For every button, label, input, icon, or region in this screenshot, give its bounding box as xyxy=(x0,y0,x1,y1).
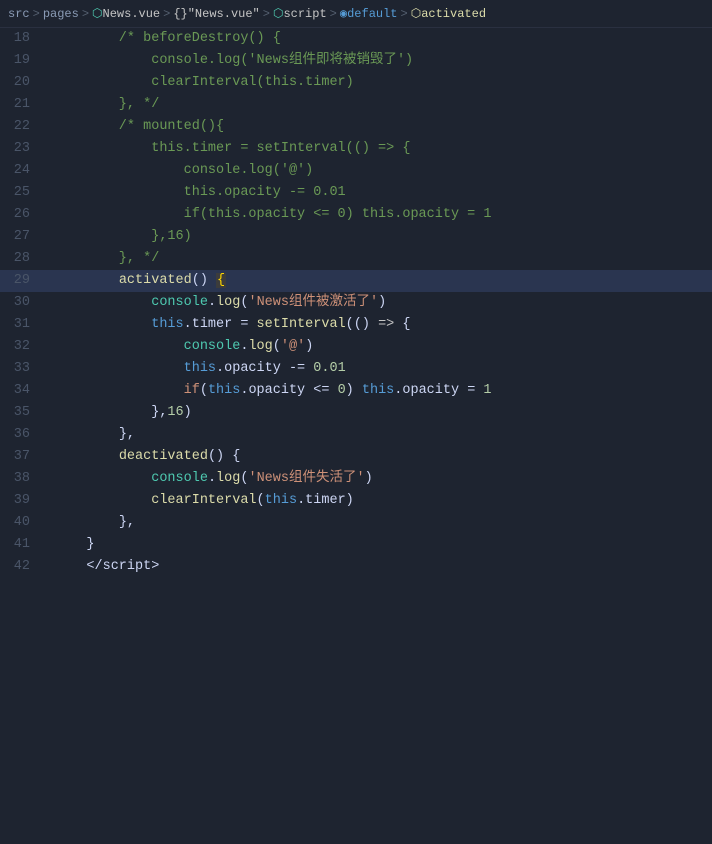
code-content-39: clearInterval(this.timer) xyxy=(46,490,712,512)
code-line-24: 24 console.log('@') xyxy=(0,160,712,182)
code-line-31: 31 this.timer = setInterval(() => { xyxy=(0,314,712,336)
code-content-29: activated() { xyxy=(46,270,712,292)
code-content-27: },16) xyxy=(46,226,712,248)
code-content-38: console.log('News组件失活了') xyxy=(46,468,712,490)
breadcrumb-vue-icon: ⬡ xyxy=(92,6,102,21)
code-line-28: 28 }, */ xyxy=(0,248,712,270)
code-content-35: },16) xyxy=(46,402,712,424)
code-content-28: }, */ xyxy=(46,248,712,270)
bc-sep-5: > xyxy=(330,7,337,21)
breadcrumb-default-icon: ◉ xyxy=(340,6,347,21)
bc-sep-4: > xyxy=(263,7,270,21)
code-content-34: if(this.opacity <= 0) this.opacity = 1 xyxy=(46,380,712,402)
code-line-21: 21 }, */ xyxy=(0,94,712,116)
bc-sep-1: > xyxy=(33,7,40,21)
line-num-20: 20 xyxy=(0,72,42,94)
line-num-28: 28 xyxy=(0,248,42,270)
code-content-21: }, */ xyxy=(46,94,712,116)
line-num-39: 39 xyxy=(0,490,42,512)
line-num-18: 18 xyxy=(0,28,42,50)
code-content-18: /* beforeDestroy() { xyxy=(46,28,712,50)
bc-sep-2: > xyxy=(82,7,89,21)
line-num-30: 30 xyxy=(0,292,42,314)
line-num-21: 21 xyxy=(0,94,42,116)
code-line-25: 25 this.opacity -= 0.01 xyxy=(0,182,712,204)
code-content-24: console.log('@') xyxy=(46,160,712,182)
code-line-26: 26 if(this.opacity <= 0) this.opacity = … xyxy=(0,204,712,226)
line-num-24: 24 xyxy=(0,160,42,182)
code-line-19: 19 console.log('News组件即将被销毁了') xyxy=(0,50,712,72)
line-num-36: 36 xyxy=(0,424,42,446)
code-line-39: 39 clearInterval(this.timer) xyxy=(0,490,712,512)
code-content-19: console.log('News组件即将被销毁了') xyxy=(46,50,712,72)
breadcrumb-activated-icon: ⬡ xyxy=(411,6,421,21)
code-content-37: deactivated() { xyxy=(46,446,712,468)
breadcrumb-script: script xyxy=(283,7,326,21)
bc-sep-6: > xyxy=(401,7,408,21)
line-num-29: 29 xyxy=(0,270,42,292)
code-content-31: this.timer = setInterval(() => { xyxy=(46,314,712,336)
line-num-38: 38 xyxy=(0,468,42,490)
code-content-25: this.opacity -= 0.01 xyxy=(46,182,712,204)
line-num-26: 26 xyxy=(0,204,42,226)
line-num-37: 37 xyxy=(0,446,42,468)
breadcrumb-quoted-file: "News.vue" xyxy=(188,7,260,21)
line-num-19: 19 xyxy=(0,50,42,72)
line-num-32: 32 xyxy=(0,336,42,358)
code-content-36: }, xyxy=(46,424,712,446)
line-num-42: 42 xyxy=(0,556,42,578)
code-line-30: 30 console.log('News组件被激活了') xyxy=(0,292,712,314)
breadcrumb-src: src xyxy=(8,7,30,21)
breadcrumb-curly: {} xyxy=(173,7,187,21)
code-content-33: this.opacity -= 0.01 xyxy=(46,358,712,380)
code-content-23: this.timer = setInterval(() => { xyxy=(46,138,712,160)
code-line-32: 32 console.log('@') xyxy=(0,336,712,358)
code-line-35: 35 },16) xyxy=(0,402,712,424)
code-line-34: 34 if(this.opacity <= 0) this.opacity = … xyxy=(0,380,712,402)
breadcrumb-filename: News.vue xyxy=(103,7,161,21)
code-line-23: 23 this.timer = setInterval(() => { xyxy=(0,138,712,160)
breadcrumb-bar: src > pages > ⬡ News.vue > {} "News.vue"… xyxy=(0,0,712,28)
line-num-23: 23 xyxy=(0,138,42,160)
code-content-32: console.log('@') xyxy=(46,336,712,358)
line-num-35: 35 xyxy=(0,402,42,424)
code-content-42: </script> xyxy=(46,556,712,578)
code-line-20: 20 clearInterval(this.timer) xyxy=(0,72,712,94)
code-line-33: 33 this.opacity -= 0.01 xyxy=(0,358,712,380)
line-num-31: 31 xyxy=(0,314,42,336)
code-line-37: 37 deactivated() { xyxy=(0,446,712,468)
code-line-29: 29 activated() { xyxy=(0,270,712,292)
line-num-34: 34 xyxy=(0,380,42,402)
code-line-27: 27 },16) xyxy=(0,226,712,248)
line-num-27: 27 xyxy=(0,226,42,248)
code-line-40: 40 }, xyxy=(0,512,712,534)
code-content-26: if(this.opacity <= 0) this.opacity = 1 xyxy=(46,204,712,226)
code-content-30: console.log('News组件被激活了') xyxy=(46,292,712,314)
code-line-42: 42 </script> xyxy=(0,556,712,578)
code-content-22: /* mounted(){ xyxy=(46,116,712,138)
code-line-22: 22 /* mounted(){ xyxy=(0,116,712,138)
code-line-38: 38 console.log('News组件失活了') xyxy=(0,468,712,490)
line-num-41: 41 xyxy=(0,534,42,556)
code-line-18: 18 /* beforeDestroy() { xyxy=(0,28,712,50)
code-editor: 18 /* beforeDestroy() { 19 console.log('… xyxy=(0,28,712,578)
code-content-40: }, xyxy=(46,512,712,534)
breadcrumb-pages: pages xyxy=(43,7,79,21)
code-content-41: } xyxy=(46,534,712,556)
breadcrumb-default: default xyxy=(347,7,397,21)
code-line-41: 41 } xyxy=(0,534,712,556)
code-content-20: clearInterval(this.timer) xyxy=(46,72,712,94)
line-num-25: 25 xyxy=(0,182,42,204)
breadcrumb-script-icon: ⬡ xyxy=(273,6,283,21)
bc-sep-3: > xyxy=(163,7,170,21)
line-num-40: 40 xyxy=(0,512,42,534)
code-line-36: 36 }, xyxy=(0,424,712,446)
line-num-22: 22 xyxy=(0,116,42,138)
breadcrumb-activated: activated xyxy=(421,7,486,21)
line-num-33: 33 xyxy=(0,358,42,380)
